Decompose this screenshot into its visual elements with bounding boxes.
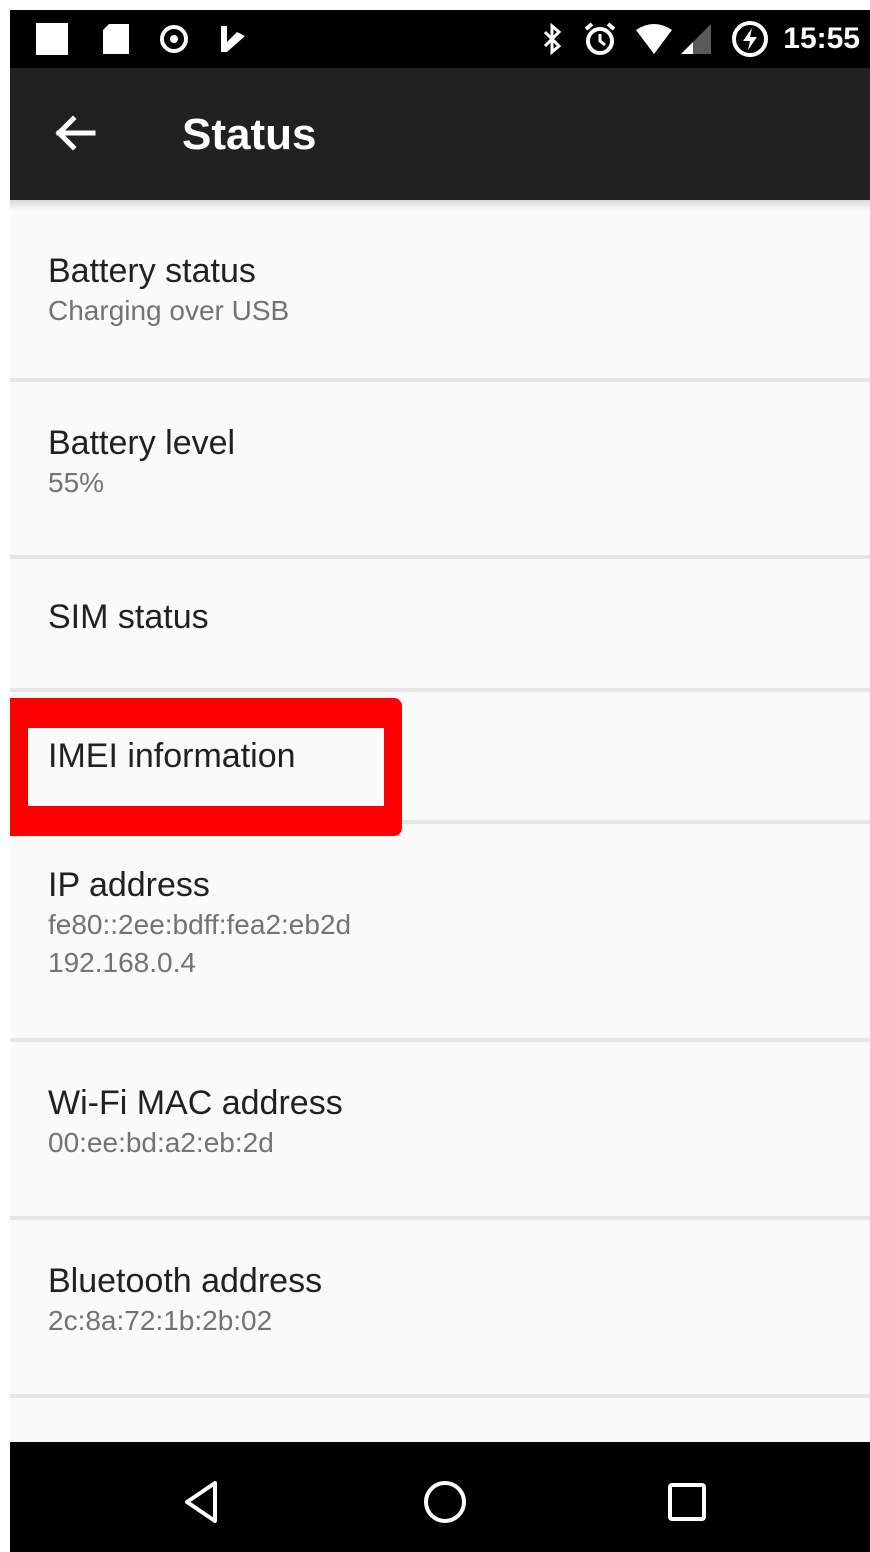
- status-time: 15:55: [783, 22, 860, 55]
- item-subtitle: 55%: [48, 467, 105, 498]
- list-item-bluetooth-address[interactable]: Bluetooth address 2c:8a:72:1b:2b:02: [10, 1220, 870, 1398]
- list-item-sim-status[interactable]: SIM status: [10, 559, 870, 692]
- arrow-back-icon: [51, 109, 99, 162]
- back-triangle-icon: [177, 1477, 227, 1532]
- nav-home-button[interactable]: [405, 1464, 485, 1544]
- sd-card-icon: [98, 22, 134, 56]
- tasker-icon: [214, 22, 250, 56]
- item-title: Bluetooth address: [48, 1262, 323, 1300]
- recents-square-icon: [662, 1477, 712, 1532]
- item-title: Wi-Fi MAC address: [48, 1084, 343, 1122]
- item-title: IMEI information: [48, 737, 296, 775]
- bluetooth-icon: [540, 22, 566, 56]
- list-item-imei-information[interactable]: IMEI information: [10, 692, 870, 824]
- app-bar-shadow: [10, 200, 870, 210]
- item-subtitle: 2c:8a:72:1b:2b:02: [48, 1305, 273, 1336]
- list-item-battery-status[interactable]: Battery status Charging over USB: [10, 210, 870, 382]
- nav-recents-button[interactable]: [647, 1464, 727, 1544]
- screen: 15:55 Status Battery status Charging ove…: [10, 10, 870, 1552]
- item-subtitle: Charging over USB: [48, 295, 290, 326]
- item-title: Battery level: [48, 424, 236, 462]
- item-subtitle: fe80::2ee:bdff:fea2:eb2d: [48, 909, 352, 940]
- device-frame: 15:55 Status Battery status Charging ove…: [0, 0, 870, 1552]
- blank-notification-icon: [32, 22, 72, 56]
- app-bar: Status: [10, 68, 870, 200]
- wifi-icon: [634, 22, 674, 56]
- status-bar: 15:55: [10, 10, 870, 68]
- nav-back-button[interactable]: [162, 1464, 242, 1544]
- alarm-record-icon: [156, 22, 192, 56]
- home-circle-icon: [420, 1477, 470, 1532]
- item-title: SIM status: [48, 598, 209, 636]
- item-title: IP address: [48, 866, 210, 904]
- item-title: Battery status: [48, 252, 256, 290]
- battery-charging-icon: [730, 21, 770, 57]
- list-item-battery-level[interactable]: Battery level 55%: [10, 382, 870, 559]
- item-subtitle: 00:ee:bd:a2:eb:2d: [48, 1127, 274, 1158]
- list-item-wifi-mac-address[interactable]: Wi-Fi MAC address 00:ee:bd:a2:eb:2d: [10, 1042, 870, 1220]
- back-button[interactable]: [40, 100, 110, 170]
- item-subtitle-2: 192.168.0.4: [48, 947, 196, 978]
- navigation-bar: [10, 1442, 870, 1552]
- list-item-ip-address[interactable]: IP address fe80::2ee:bdff:fea2:eb2d 192.…: [10, 824, 870, 1042]
- status-list: Battery status Charging over USB Battery…: [10, 210, 870, 1398]
- alarm-clock-icon: [582, 22, 618, 56]
- page-title: Status: [182, 110, 317, 159]
- cell-signal-icon: [678, 22, 714, 56]
